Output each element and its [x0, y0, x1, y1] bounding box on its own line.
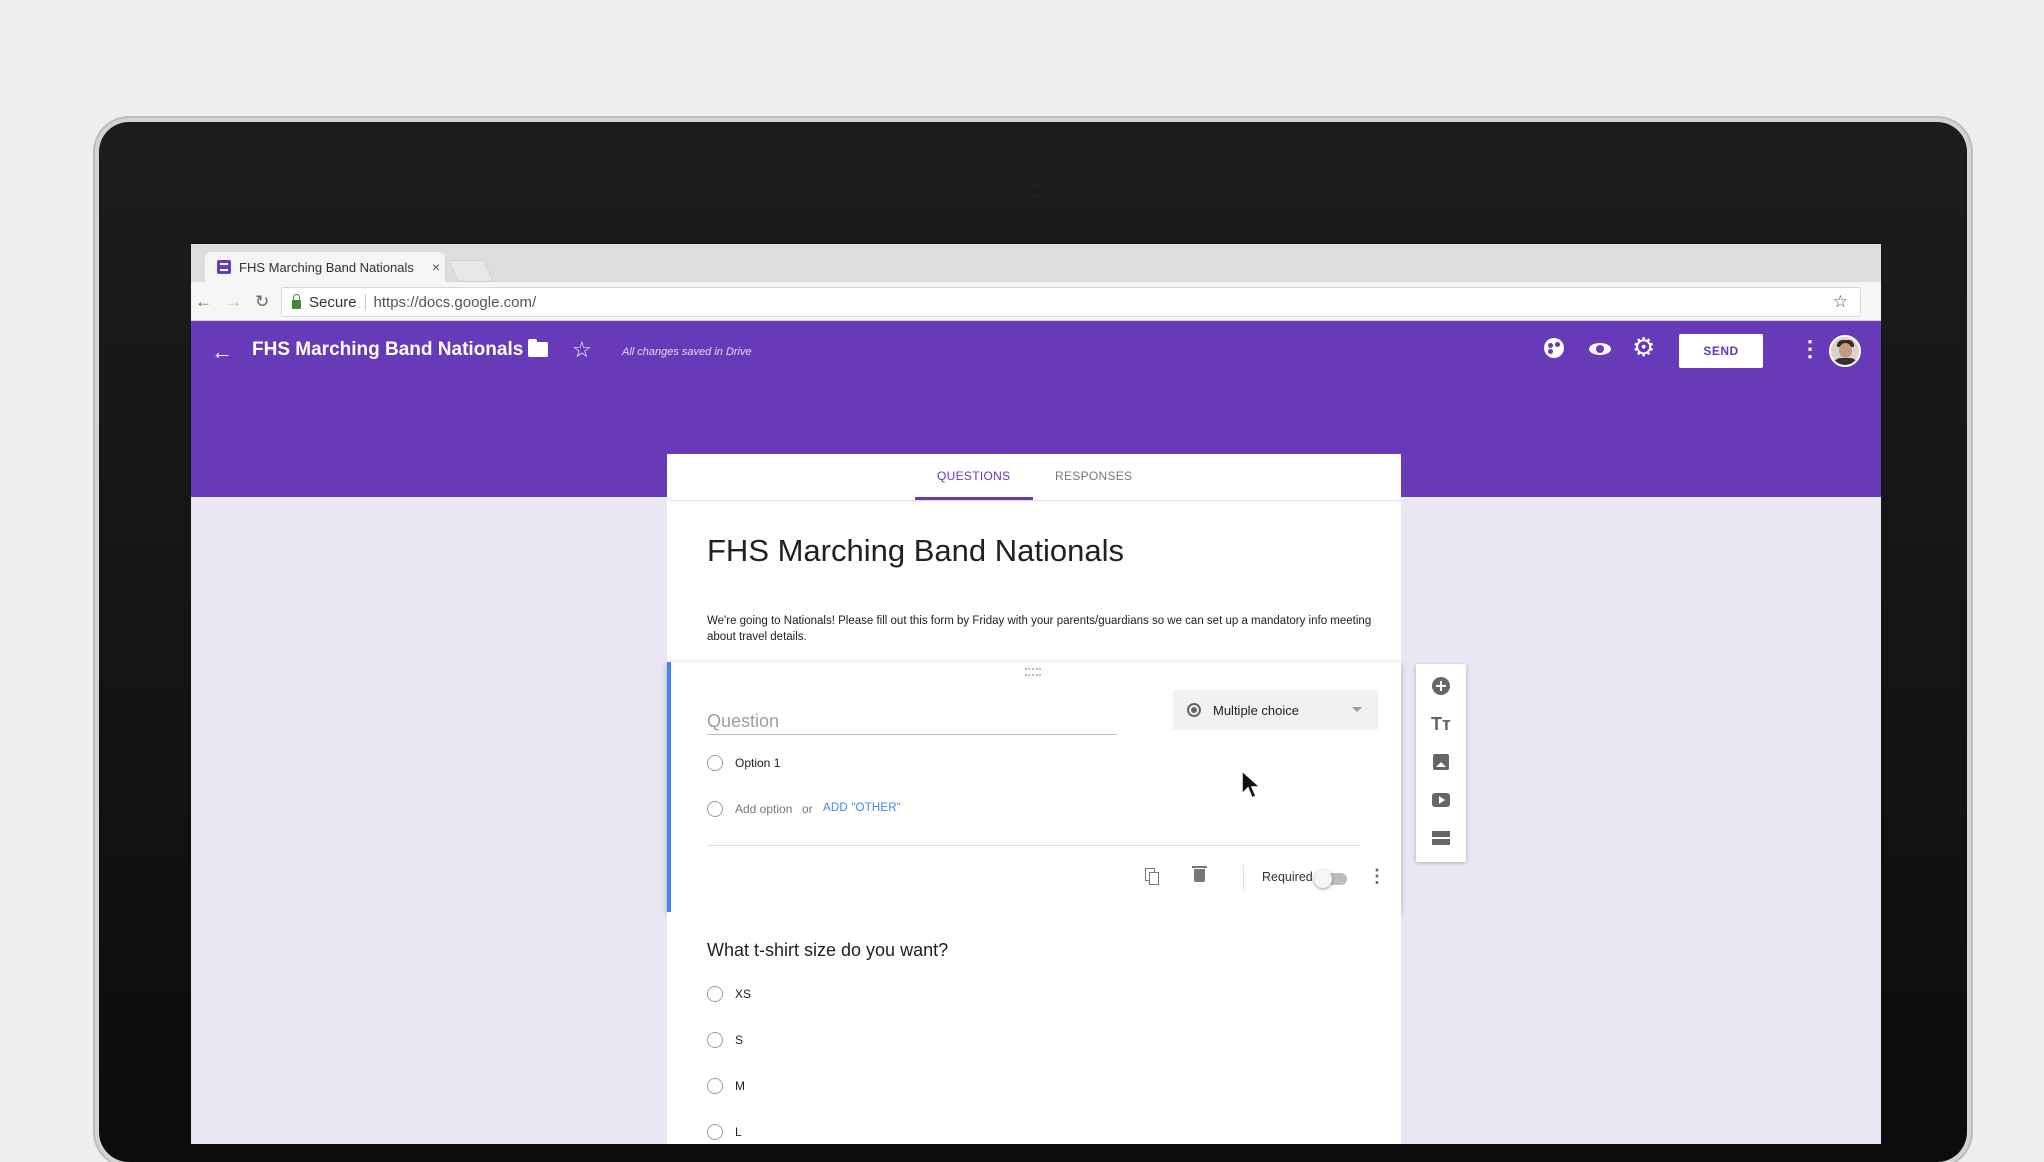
add-circle-icon[interactable] [1431, 676, 1451, 696]
browser-tab[interactable]: FHS Marching Band Nationals × [205, 252, 445, 282]
browser-tabstrip: FHS Marching Band Nationals × [191, 244, 1881, 282]
gear-icon[interactable]: ⚙ [1632, 334, 1655, 360]
folder-icon[interactable] [528, 339, 548, 357]
question-input[interactable] [707, 708, 1117, 735]
doc-title[interactable]: FHS Marching Band Nationals [252, 339, 523, 361]
duplicate-icon[interactable] [1145, 868, 1159, 885]
avatar[interactable] [1829, 335, 1861, 367]
address-separator [364, 294, 366, 310]
lock-icon [292, 293, 301, 309]
option-radio [707, 1078, 723, 1094]
option-radio [707, 986, 723, 1002]
option-1-label[interactable]: Option 1 [735, 756, 780, 770]
save-status: All changes saved in Drive [622, 346, 752, 358]
video-icon[interactable] [1431, 790, 1451, 810]
radio-button-icon [1187, 703, 1201, 717]
reload-icon[interactable]: ↻ [255, 292, 269, 312]
add-option-input[interactable]: Add option [735, 802, 792, 816]
browser-tab-title: FHS Marching Band Nationals [239, 259, 414, 275]
tab-responses[interactable]: RESPONSES [1055, 469, 1132, 483]
address-bar[interactable]: Secure https://docs.google.com/ ☆ [281, 287, 1861, 317]
star-icon[interactable]: ☆ [572, 337, 592, 363]
question-type-label: Multiple choice [1213, 702, 1299, 718]
active-card-accent [667, 662, 671, 912]
url-text: https://docs.google.com/ [373, 293, 537, 311]
preview-eye-icon[interactable] [1589, 343, 1611, 355]
more-vert-icon[interactable]: ⋮ [1799, 336, 1821, 362]
palette-icon[interactable] [1544, 338, 1564, 358]
required-toggle[interactable] [1314, 870, 1347, 888]
arrow-left-icon[interactable]: ← [211, 339, 233, 365]
screen: FHS Marching Band Nationals × ← → ↻ Secu… [191, 244, 1881, 1144]
question-toolbar: Tт [1416, 664, 1466, 862]
chevron-down-icon [1352, 707, 1362, 712]
option-label: M [735, 1079, 745, 1093]
add-option-or: or [802, 802, 813, 816]
form-tabs: QUESTIONS RESPONSES [667, 454, 1401, 501]
new-tab-button[interactable] [447, 260, 495, 282]
back-arrow-icon[interactable]: ← [195, 292, 212, 312]
active-tab-indicator [915, 497, 1033, 500]
bookmark-star-icon[interactable]: ☆ [1833, 292, 1848, 312]
forms-favicon-icon [217, 260, 231, 274]
active-question-card[interactable]: Multiple choice Option 1 Add option or A… [667, 662, 1401, 912]
add-option-radio [707, 801, 723, 817]
browser-toolbar: ← → ↻ Secure https://docs.google.com/ ☆ [191, 282, 1881, 321]
option-label: L [735, 1125, 742, 1139]
form-title-card: FHS Marching Band Nationals We're going … [667, 501, 1401, 664]
option-radio [707, 1032, 723, 1048]
trash-icon[interactable] [1192, 866, 1207, 882]
footer-separator [1243, 865, 1244, 891]
more-vert-icon[interactable]: ⋮ [1368, 866, 1386, 887]
question-type-select[interactable]: Multiple choice [1173, 690, 1378, 730]
option-label: S [735, 1033, 744, 1047]
title-text-icon[interactable]: Tт [1431, 714, 1451, 734]
camera-dot [1031, 185, 1043, 197]
drag-handle-icon[interactable] [1025, 668, 1041, 676]
secure-label: Secure [309, 293, 357, 311]
option-radio [707, 1124, 723, 1140]
card-divider [707, 845, 1361, 846]
tab-questions[interactable]: QUESTIONS [937, 469, 1010, 483]
tab-close-icon[interactable]: × [432, 259, 440, 275]
form-title[interactable]: FHS Marching Band Nationals [707, 533, 1124, 569]
image-icon[interactable] [1431, 752, 1451, 772]
question-card[interactable]: What t-shirt size do you want? XS S M L [667, 912, 1401, 1144]
option-label: XS [735, 987, 752, 1001]
send-button[interactable]: SEND [1679, 334, 1763, 368]
required-label: Required [1262, 870, 1313, 884]
section-icon[interactable] [1431, 828, 1451, 848]
form-description[interactable]: We're going to Nationals! Please fill ou… [707, 613, 1387, 645]
add-other-link[interactable]: ADD "OTHER" [823, 802, 901, 814]
option-radio [707, 755, 723, 771]
question-title: What t-shirt size do you want? [707, 940, 949, 960]
forward-arrow-icon[interactable]: → [225, 292, 242, 312]
